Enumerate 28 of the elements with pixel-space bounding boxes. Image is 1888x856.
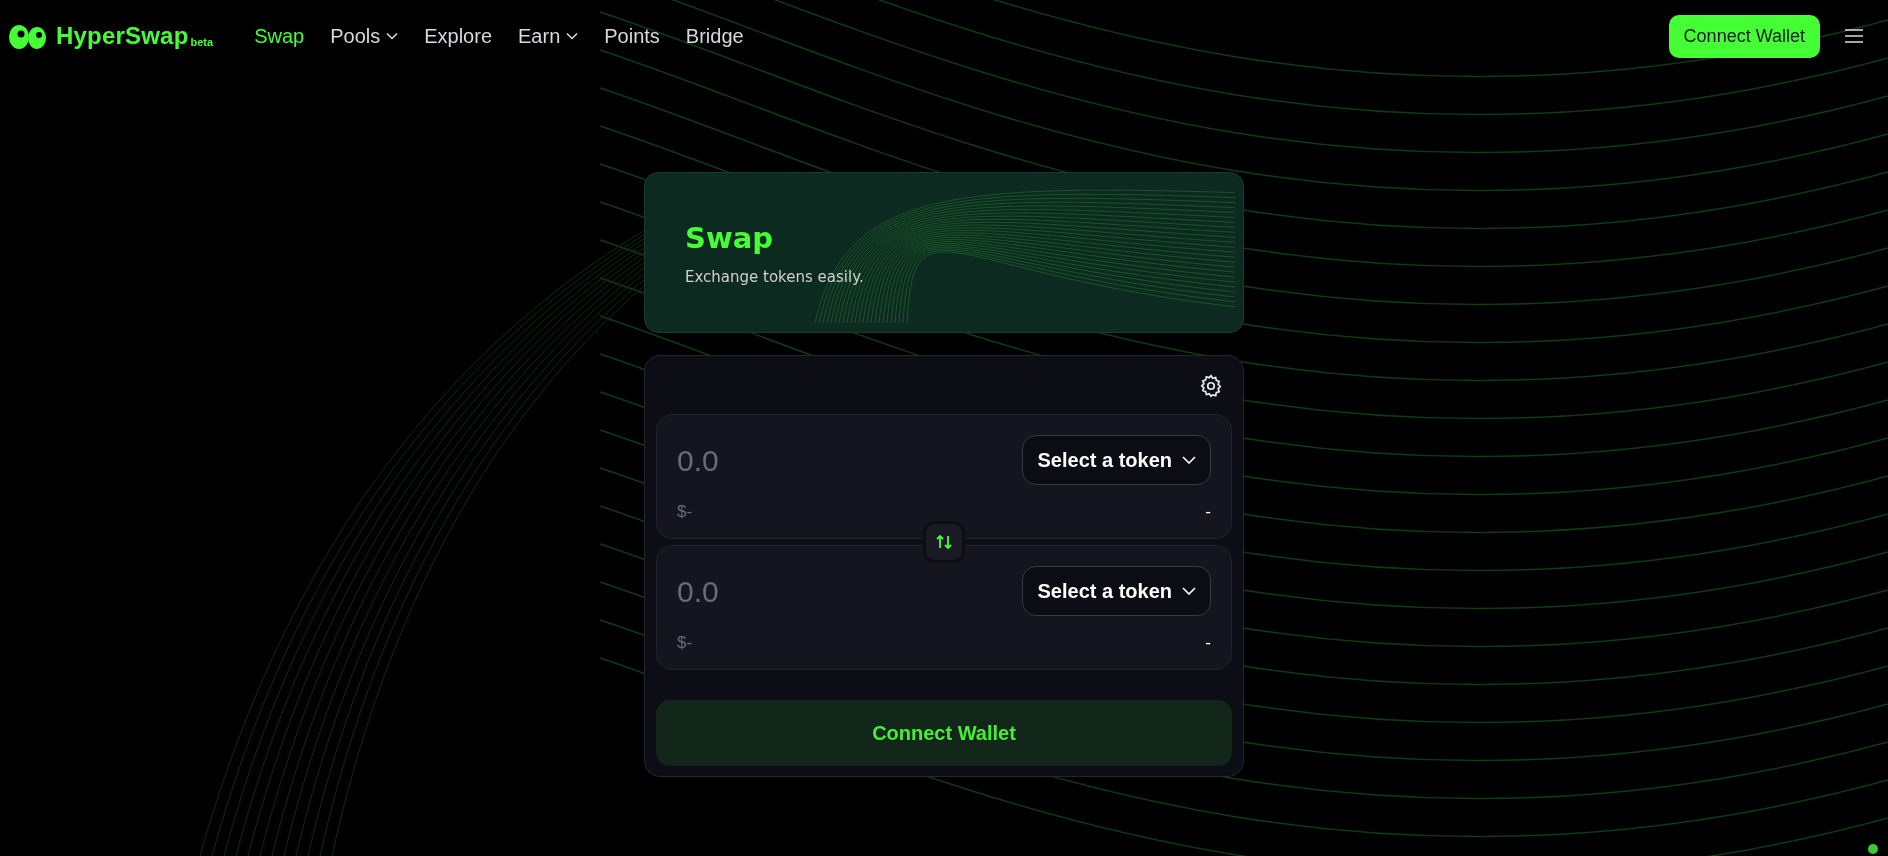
nav-link[interactable]: Points [604, 21, 660, 51]
nav-link[interactable]: Swap [254, 21, 305, 51]
brand-name: HyperSwap [56, 21, 189, 51]
status-dot [1868, 844, 1878, 854]
usd-value: $- [677, 500, 693, 523]
chevron-down-icon [1182, 456, 1196, 464]
beta-tag: beta [190, 33, 214, 50]
nav-link[interactable]: Explore [424, 21, 492, 51]
connect-wallet-button[interactable]: Connect Wallet [656, 700, 1232, 766]
amount-input[interactable]: 0.0 [677, 568, 877, 614]
balance-value: - [1205, 500, 1211, 523]
hero-subtitle: Exchange tokens easily. [685, 267, 865, 288]
select-token-button[interactable]: Select a token [1022, 435, 1211, 485]
hero-title: Swap [685, 219, 774, 257]
nav-link[interactable]: Pools [330, 21, 399, 51]
nav-link[interactable]: Earn [518, 21, 579, 51]
menu-icon[interactable] [1844, 28, 1864, 44]
connect-wallet-button[interactable]: Connect Wallet [1668, 14, 1820, 58]
amount-input[interactable]: 0.0 [677, 437, 877, 483]
select-token-button[interactable]: Select a token [1022, 566, 1211, 616]
swap-direction-button[interactable] [923, 521, 965, 563]
swap-arrows-icon [935, 533, 953, 551]
settings-icon[interactable] [1198, 373, 1224, 399]
nav-link[interactable]: Bridge [685, 21, 744, 51]
logo-icon [8, 22, 48, 50]
chevron-down-icon [1182, 587, 1196, 595]
usd-value: $- [677, 631, 693, 654]
balance-value: - [1205, 631, 1211, 654]
